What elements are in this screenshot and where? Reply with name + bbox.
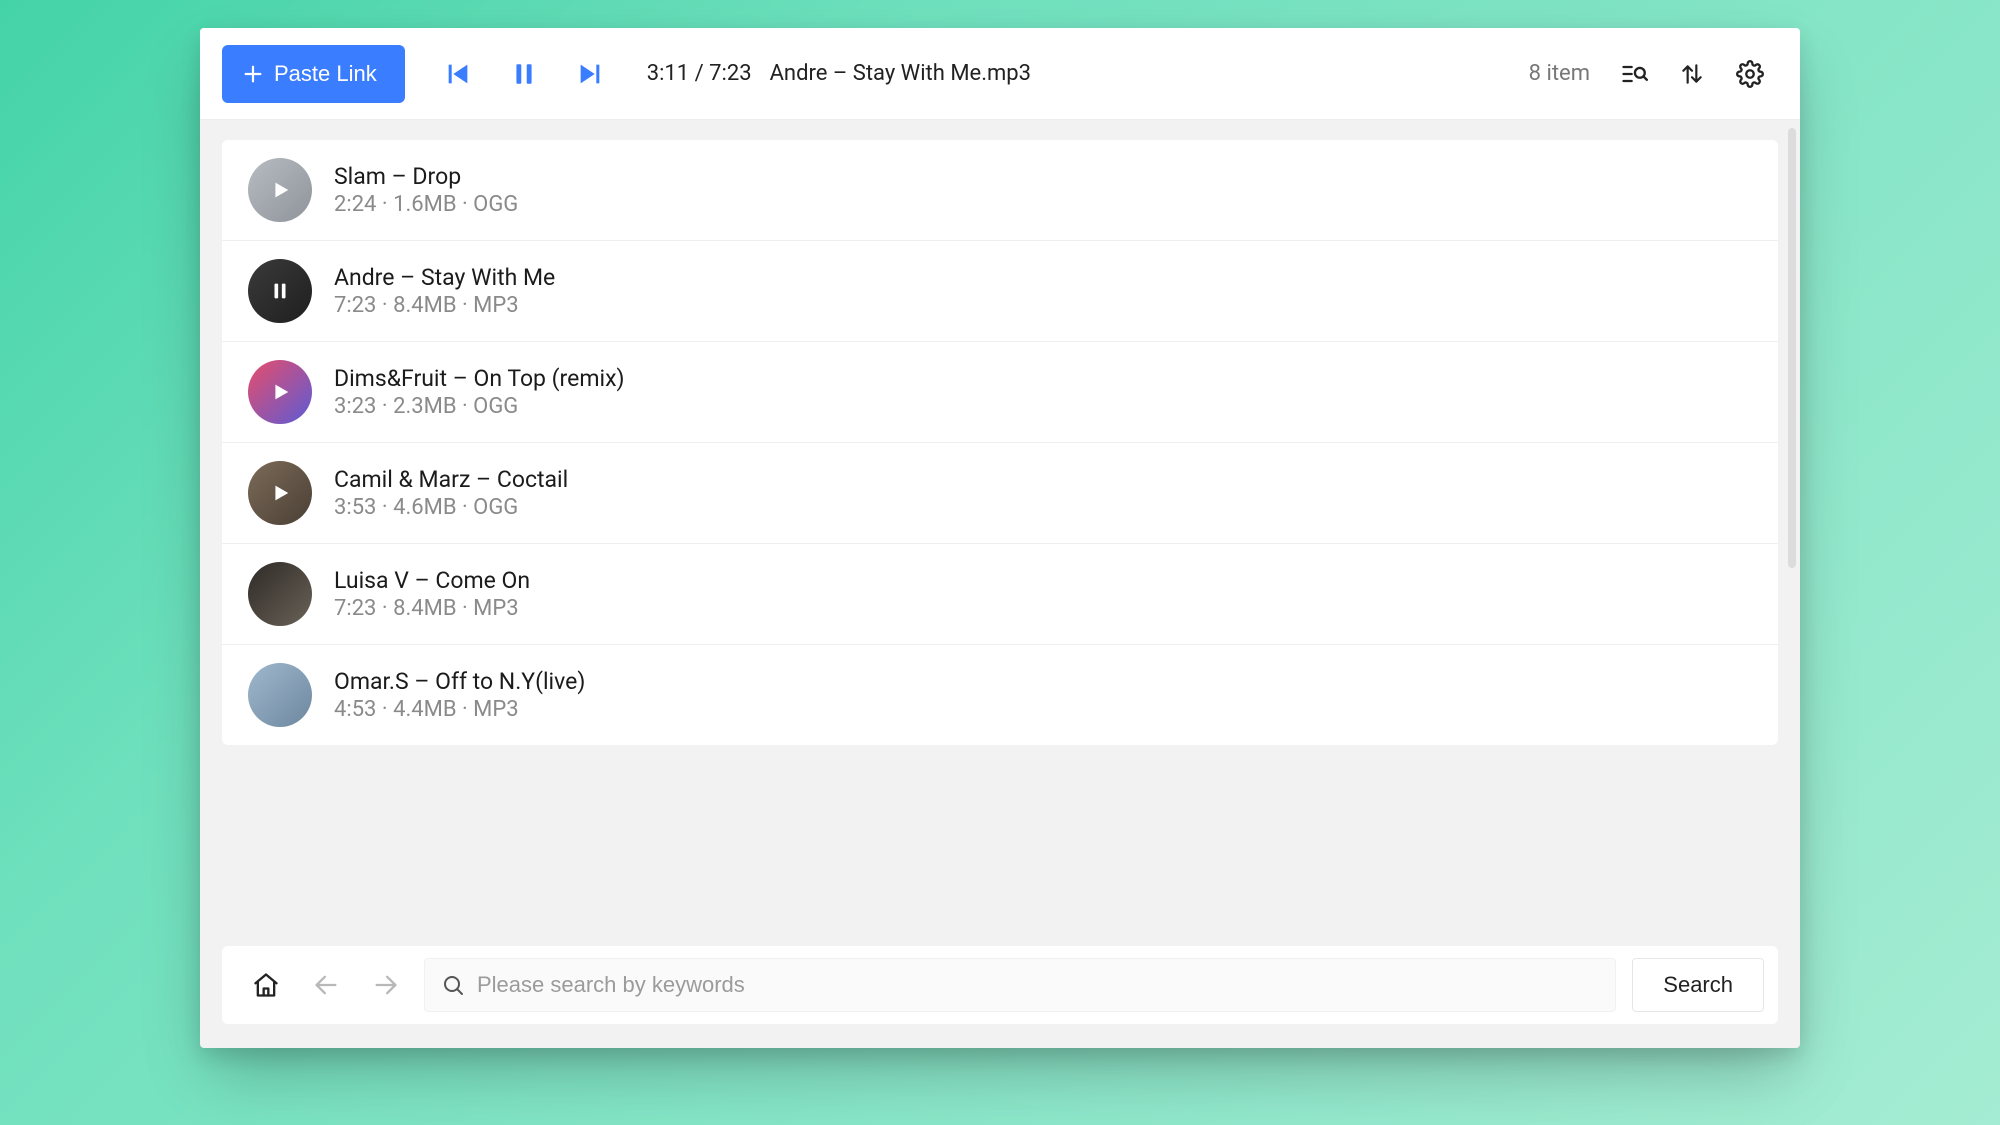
- track-thumbnail[interactable]: [248, 562, 312, 626]
- play-pause-button[interactable]: [495, 45, 553, 103]
- track-text: Dims&Fruit – On Top (remix)3:23 · 2.3MB …: [334, 365, 625, 419]
- track-title: Dims&Fruit – On Top (remix): [334, 365, 625, 392]
- track-meta: 3:53 · 4.6MB · OGG: [334, 495, 568, 520]
- pause-icon: [511, 61, 537, 87]
- playback-time: 3:11 / 7:23: [647, 61, 752, 86]
- track-thumbnail[interactable]: [248, 461, 312, 525]
- nav-forward-button[interactable]: [364, 963, 408, 1007]
- bottom-bar: Search: [222, 946, 1778, 1024]
- sort-button[interactable]: [1670, 52, 1714, 96]
- track-row[interactable]: Luisa V – Come On7:23 · 8.4MB · MP3: [222, 544, 1778, 645]
- top-toolbar: Paste Link 3:11 / 7:23 Andre – Stay With…: [200, 28, 1800, 120]
- track-thumbnail[interactable]: [248, 259, 312, 323]
- track-thumbnail[interactable]: [248, 360, 312, 424]
- paste-link-button[interactable]: Paste Link: [222, 45, 405, 103]
- track-meta: 4:53 · 4.4MB · MP3: [334, 697, 585, 722]
- playback-info: 3:11 / 7:23 Andre – Stay With Me.mp3: [647, 61, 1031, 86]
- track-title: Slam – Drop: [334, 163, 518, 190]
- track-title: Andre – Stay With Me: [334, 264, 555, 291]
- track-text: Omar.S – Off to N.Y(live)4:53 · 4.4MB · …: [334, 668, 585, 722]
- gear-icon: [1736, 60, 1764, 88]
- track-row[interactable]: Camil & Marz – Coctail3:53 · 4.6MB · OGG: [222, 443, 1778, 544]
- home-button[interactable]: [244, 963, 288, 1007]
- search-input[interactable]: [477, 972, 1599, 998]
- skip-forward-icon: [576, 60, 604, 88]
- search-button[interactable]: Search: [1632, 958, 1764, 1012]
- search-list-button[interactable]: [1612, 52, 1656, 96]
- previous-track-button[interactable]: [429, 45, 487, 103]
- skip-back-icon: [444, 60, 472, 88]
- app-window: Paste Link 3:11 / 7:23 Andre – Stay With…: [200, 28, 1800, 1048]
- now-playing-title: Andre – Stay With Me.mp3: [770, 61, 1031, 86]
- track-meta: 2:24 · 1.6MB · OGG: [334, 192, 518, 217]
- track-row[interactable]: Omar.S – Off to N.Y(live)4:53 · 4.4MB · …: [222, 645, 1778, 745]
- track-title: Omar.S – Off to N.Y(live): [334, 668, 585, 695]
- next-track-button[interactable]: [561, 45, 619, 103]
- search-field[interactable]: [424, 958, 1616, 1012]
- settings-button[interactable]: [1728, 52, 1772, 96]
- track-row[interactable]: Dims&Fruit – On Top (remix)3:23 · 2.3MB …: [222, 342, 1778, 443]
- track-text: Luisa V – Come On7:23 · 8.4MB · MP3: [334, 567, 530, 621]
- scrollbar[interactable]: [1788, 128, 1796, 568]
- search-icon: [441, 973, 465, 997]
- paste-link-label: Paste Link: [274, 61, 377, 87]
- track-title: Camil & Marz – Coctail: [334, 466, 568, 493]
- track-text: Andre – Stay With Me7:23 · 8.4MB · MP3: [334, 264, 555, 318]
- list-search-icon: [1620, 60, 1648, 88]
- track-meta: 7:23 · 8.4MB · MP3: [334, 293, 555, 318]
- content-area: Slam – Drop2:24 · 1.6MB · OGG Andre – Sta…: [200, 120, 1800, 1048]
- track-meta: 3:23 · 2.3MB · OGG: [334, 394, 625, 419]
- track-row[interactable]: Slam – Drop2:24 · 1.6MB · OGG: [222, 140, 1778, 241]
- item-count: 8 item: [1529, 61, 1590, 86]
- plus-icon: [242, 63, 264, 85]
- arrow-left-icon: [312, 971, 340, 999]
- track-meta: 7:23 · 8.4MB · MP3: [334, 596, 530, 621]
- arrow-right-icon: [372, 971, 400, 999]
- track-text: Camil & Marz – Coctail3:53 · 4.6MB · OGG: [334, 466, 568, 520]
- track-list[interactable]: Slam – Drop2:24 · 1.6MB · OGG Andre – Sta…: [222, 140, 1778, 745]
- track-text: Slam – Drop2:24 · 1.6MB · OGG: [334, 163, 518, 217]
- track-row[interactable]: Andre – Stay With Me7:23 · 8.4MB · MP3: [222, 241, 1778, 342]
- home-icon: [252, 971, 280, 999]
- track-thumbnail[interactable]: [248, 158, 312, 222]
- track-title: Luisa V – Come On: [334, 567, 530, 594]
- track-thumbnail[interactable]: [248, 663, 312, 727]
- sort-icon: [1679, 61, 1705, 87]
- nav-back-button[interactable]: [304, 963, 348, 1007]
